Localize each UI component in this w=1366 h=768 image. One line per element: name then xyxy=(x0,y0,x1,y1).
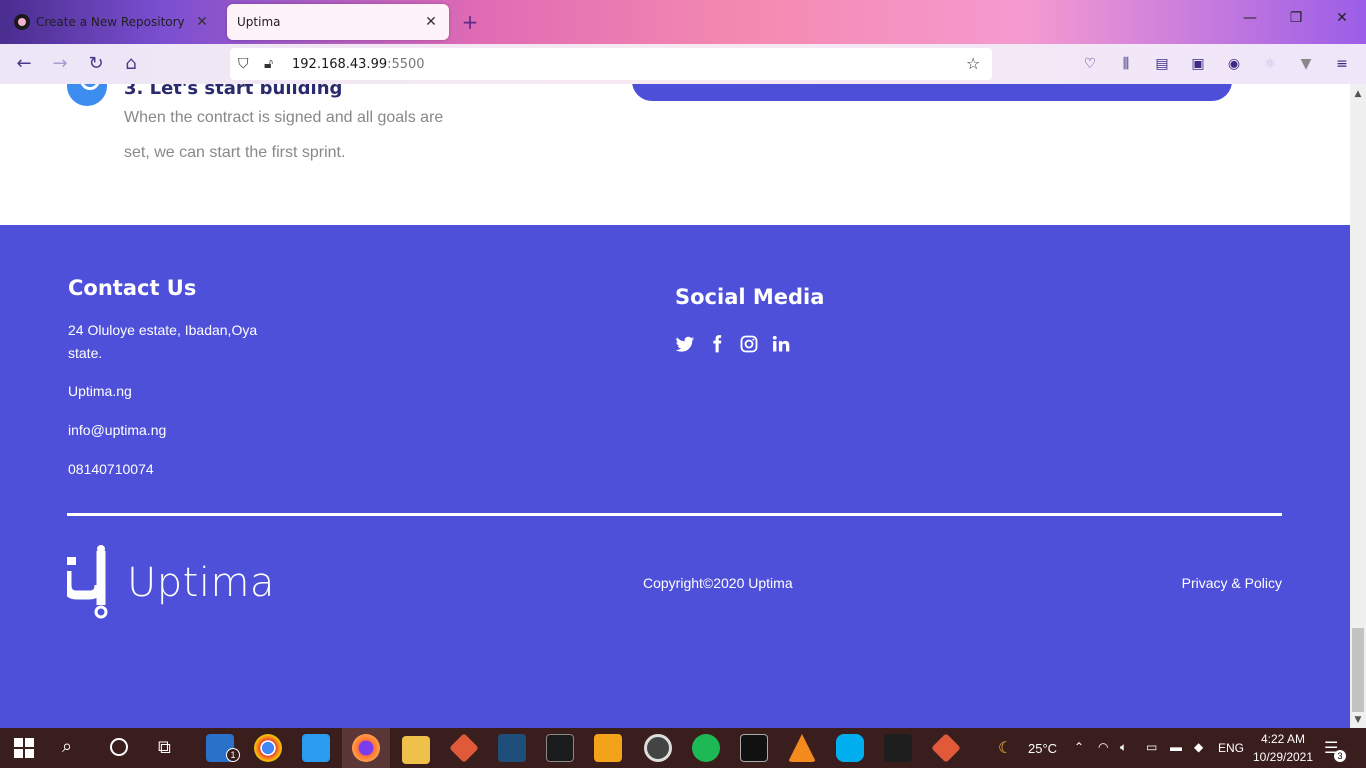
footer: Contact Us 24 Oluloye estate, Ibadan,Oya… xyxy=(0,225,1350,728)
step-description: When the contract is signed and all goal… xyxy=(124,109,444,161)
dropbox-icon[interactable]: ◆ xyxy=(1194,740,1203,754)
chrome-icon[interactable] xyxy=(254,734,282,762)
media-player-icon[interactable] xyxy=(644,734,672,762)
mysql-shell-icon[interactable] xyxy=(546,734,574,762)
tab-title: Create a New Repository xyxy=(36,15,185,29)
github-icon xyxy=(14,14,30,30)
url-host: 192.168.43.99 xyxy=(292,56,388,72)
mysql-icon[interactable] xyxy=(498,734,526,762)
url-bar[interactable]: ⛉ 🔓︎ 192.168.43.99:5500 ☆ xyxy=(230,48,992,80)
moon-icon: ☾ xyxy=(998,740,1013,757)
minimize-button[interactable]: — xyxy=(1230,10,1270,26)
extension-react-icon[interactable]: ⚛ xyxy=(1260,54,1280,74)
xampp-icon[interactable] xyxy=(594,734,622,762)
contact-heading: Contact Us xyxy=(68,276,197,300)
close-window-button[interactable]: ✕ xyxy=(1322,10,1362,26)
sidebar-icon[interactable]: ▤ xyxy=(1152,54,1172,74)
cta-panel xyxy=(632,84,1232,101)
email-link[interactable]: info@uptima.ng xyxy=(68,419,288,442)
pocket-icon[interactable]: ♡ xyxy=(1080,54,1100,74)
notification-count: 3 xyxy=(1334,750,1346,762)
reload-button[interactable]: ↻ xyxy=(84,52,108,76)
step-title: 3. Let's start building xyxy=(124,84,343,99)
social-heading: Social Media xyxy=(675,285,825,309)
weather-temp[interactable]: 25°C xyxy=(1028,741,1057,756)
close-icon[interactable]: ✕ xyxy=(423,14,439,30)
scroll-up-arrow[interactable]: ▲ xyxy=(1350,86,1366,102)
firefox-icon[interactable] xyxy=(352,734,380,762)
step-icon xyxy=(67,84,107,106)
shield-icon[interactable]: ⛉ xyxy=(238,56,249,72)
clock-time[interactable]: 4:22 AM xyxy=(1258,732,1308,746)
mail-badge: 1 xyxy=(226,748,240,762)
taskbar xyxy=(0,728,1366,768)
chevron-up-icon[interactable]: ⌃ xyxy=(1074,740,1084,754)
privacy-policy-link[interactable]: Privacy & Policy xyxy=(1182,575,1282,591)
tab-title: Uptima xyxy=(237,15,281,29)
instagram-icon[interactable] xyxy=(739,334,759,354)
battery-icon[interactable]: ▬ xyxy=(1170,740,1182,754)
figma-icon[interactable] xyxy=(884,734,912,762)
copyright-text: Copyright©2020 Uptima xyxy=(643,575,793,591)
spotify-icon[interactable] xyxy=(692,734,720,762)
extension-globe-icon[interactable]: ◉ xyxy=(1224,54,1244,74)
task-view-icon[interactable]: ⧉ xyxy=(158,737,171,758)
url-port: :5500 xyxy=(387,56,425,72)
tab-create-repository[interactable]: Create a New Repository ✕ xyxy=(4,4,220,40)
logo-text: Uptima xyxy=(127,560,275,606)
scroll-down-arrow[interactable]: ▼ xyxy=(1350,712,1366,728)
phone-number: 08140710074 xyxy=(68,461,154,477)
new-tab-button[interactable]: + xyxy=(458,10,482,34)
tab-bar: Create a New Repository ✕ Uptima ✕ + — ❐… xyxy=(0,0,1366,44)
uptima-logo[interactable]: Uptima xyxy=(67,545,275,621)
footer-divider xyxy=(67,513,1282,516)
social-links xyxy=(675,334,791,354)
extension-icon[interactable]: ▣ xyxy=(1188,54,1208,74)
back-button[interactable]: ← xyxy=(12,52,36,76)
bookmark-star-icon[interactable]: ☆ xyxy=(966,54,980,73)
meet-now-icon[interactable]: ▭ xyxy=(1146,740,1157,754)
twitter-icon[interactable] xyxy=(675,334,695,354)
vscode-icon[interactable] xyxy=(302,734,330,762)
website-link[interactable]: Uptima.ng xyxy=(68,380,288,403)
windows-start-icon[interactable] xyxy=(14,738,34,762)
forward-button[interactable]: → xyxy=(48,52,72,76)
search-icon[interactable]: ⌕ xyxy=(62,736,72,757)
wifi-icon[interactable]: ◠ xyxy=(1098,740,1108,754)
insecure-lock-icon[interactable]: 🔓︎ xyxy=(264,56,273,72)
cortana-icon[interactable] xyxy=(110,738,128,756)
restore-button[interactable]: ❐ xyxy=(1276,10,1316,26)
skype-icon[interactable] xyxy=(836,734,864,762)
address: 24 Oluloye estate, Ibadan,Oya state. xyxy=(68,319,288,365)
close-icon[interactable]: ✕ xyxy=(194,14,210,30)
address-line-2: state. xyxy=(68,345,103,361)
terminal-icon[interactable] xyxy=(740,734,768,762)
clock-date[interactable]: 10/29/2021 xyxy=(1250,750,1316,764)
uptima-logo-mark xyxy=(67,545,108,619)
home-button[interactable]: ⌂ xyxy=(119,52,143,76)
address-line-1: 24 Oluloye estate, Ibadan,Oya xyxy=(68,322,258,338)
volume-icon[interactable]: 🔈︎ xyxy=(1120,740,1127,755)
scrollbar-thumb[interactable] xyxy=(1352,628,1364,712)
library-icon[interactable]: ⫼ xyxy=(1116,54,1136,74)
page-viewport: 3. Let's start building When the contrac… xyxy=(0,84,1350,728)
file-explorer-icon[interactable] xyxy=(402,736,430,764)
language-indicator[interactable]: ENG xyxy=(1218,741,1244,755)
extension-vue-icon[interactable]: ▼ xyxy=(1296,54,1316,74)
menu-icon[interactable]: ≡ xyxy=(1332,54,1352,74)
facebook-icon[interactable] xyxy=(707,334,727,354)
linkedin-icon[interactable] xyxy=(771,334,791,354)
tab-uptima[interactable]: Uptima ✕ xyxy=(227,4,449,40)
